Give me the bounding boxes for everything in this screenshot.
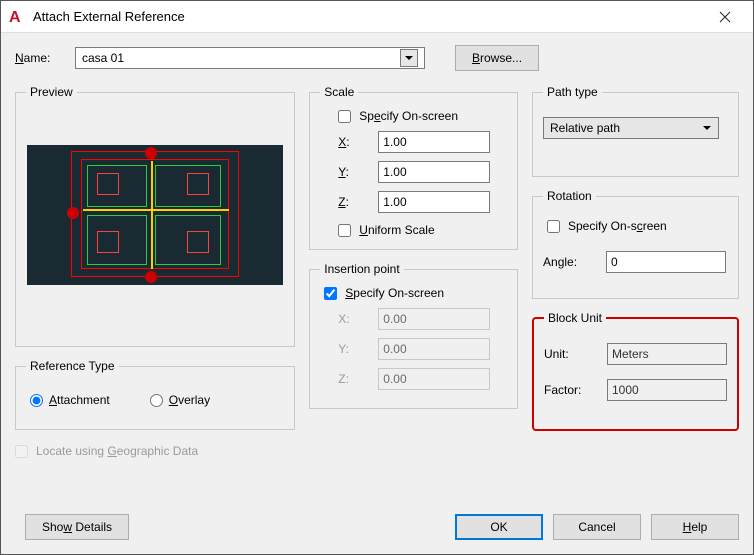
ok-button[interactable]: OK (455, 514, 543, 540)
unit-value (607, 343, 727, 365)
unit-label: Unit: (544, 347, 599, 361)
scale-specify-label: Specify On-screen (359, 109, 458, 123)
insertion-group: Insertion point Specify On-screen X: Y: … (309, 262, 518, 409)
factor-label: Factor: (544, 383, 599, 397)
insertion-z-input (378, 368, 490, 390)
browse-button[interactable]: Browse... (455, 45, 539, 71)
block-unit-legend: Block Unit (544, 311, 606, 325)
preview-canvas (27, 145, 283, 285)
overlay-radio-input[interactable] (150, 394, 163, 407)
insertion-specify-label: Specify On-screen (345, 286, 444, 300)
scale-group: Scale Specify On-screen X: Y: Z: (309, 85, 518, 250)
bottom-buttons: Show Details OK Cancel Help (15, 514, 739, 540)
app-icon: A (9, 9, 25, 25)
attachment-radio-input[interactable] (30, 394, 43, 407)
locate-geo-label: Locate using Geographic Data (36, 444, 198, 458)
preview-legend: Preview (26, 85, 77, 99)
titlebar: A Attach External Reference (1, 1, 753, 33)
path-type-legend: Path type (543, 85, 602, 99)
rotation-group: Rotation Specify On-screen Angle: (532, 189, 739, 299)
scale-x-label: X: (338, 135, 370, 149)
cancel-button[interactable]: Cancel (553, 514, 641, 540)
close-button[interactable] (705, 1, 745, 33)
insertion-x-input (378, 308, 490, 330)
name-value: casa 01 (82, 51, 124, 65)
locate-geo-row: Locate using Geographic Data (15, 442, 295, 466)
factor-value (607, 379, 727, 401)
rotation-specify-checkbox[interactable] (547, 220, 560, 233)
scale-z-label: Z: (338, 195, 370, 209)
scale-y-label: Y: (338, 165, 370, 179)
preview-group: Preview (15, 85, 295, 347)
scale-y-input[interactable] (378, 161, 490, 183)
insertion-y-label: Y: (338, 342, 370, 356)
overlay-radio[interactable]: Overlay (150, 393, 210, 407)
name-row: Name: casa 01 Browse... (15, 45, 739, 71)
chevron-down-icon[interactable] (400, 49, 418, 67)
insertion-x-label: X: (338, 312, 370, 326)
rotation-legend: Rotation (543, 189, 596, 203)
attachment-radio[interactable]: Attachment (30, 393, 110, 407)
scale-legend: Scale (320, 85, 358, 99)
angle-input[interactable] (606, 251, 726, 273)
help-button[interactable]: Help (651, 514, 739, 540)
block-unit-group: Block Unit Unit: Factor: (532, 311, 739, 431)
dialog-content: Name: casa 01 Browse... Preview (1, 33, 753, 554)
rotation-specify-label: Specify On-screen (568, 219, 667, 233)
insertion-z-label: Z: (338, 372, 370, 386)
show-details-button[interactable]: Show Details (25, 514, 129, 540)
path-type-select[interactable]: Relative path (543, 117, 719, 139)
locate-geo-checkbox (15, 445, 28, 458)
insertion-legend: Insertion point (320, 262, 403, 276)
scale-z-input[interactable] (378, 191, 490, 213)
scale-x-input[interactable] (378, 131, 490, 153)
reference-type-group: Reference Type Attachment Overlay (15, 359, 295, 430)
uniform-scale-checkbox[interactable] (338, 224, 351, 237)
insertion-specify-checkbox[interactable] (324, 287, 337, 300)
chevron-down-icon[interactable] (698, 119, 716, 137)
path-type-value: Relative path (550, 121, 620, 135)
name-label: Name: (15, 51, 65, 65)
scale-specify-checkbox[interactable] (338, 110, 351, 123)
window-title: Attach External Reference (33, 9, 705, 24)
uniform-scale-label: Uniform Scale (359, 223, 434, 237)
angle-label: Angle: (543, 255, 598, 269)
reference-type-legend: Reference Type (26, 359, 119, 373)
path-type-group: Path type Relative path (532, 85, 739, 177)
insertion-y-input (378, 338, 490, 360)
name-select[interactable]: casa 01 (75, 47, 425, 69)
